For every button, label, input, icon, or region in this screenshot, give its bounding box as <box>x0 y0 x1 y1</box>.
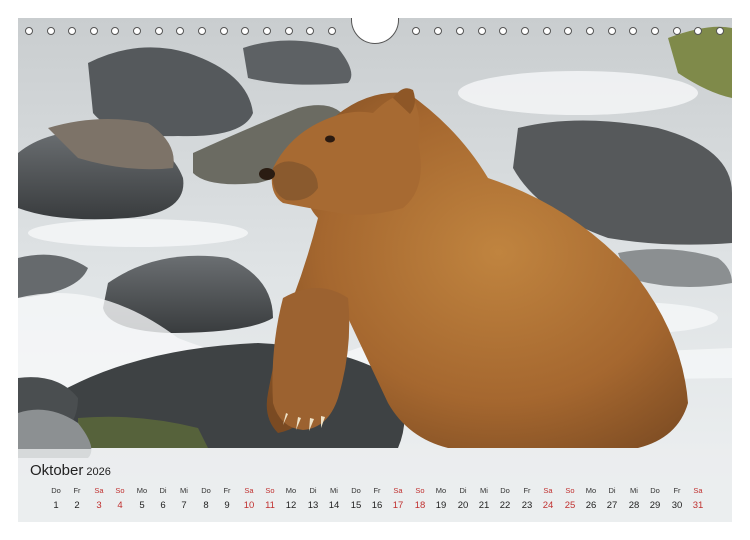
binding-hole <box>220 27 228 35</box>
binding-hole <box>111 27 119 35</box>
day-of-week-label: Sa <box>94 486 104 495</box>
month-label: Oktober 2026 <box>30 462 111 479</box>
day-number: 7 <box>181 500 187 511</box>
day-of-week-label: Mo <box>435 486 447 495</box>
day-of-week-label: Mi <box>480 486 488 495</box>
binding-hole <box>241 27 249 35</box>
day-number: 22 <box>499 500 511 511</box>
day-of-week-label: Mi <box>630 486 638 495</box>
day-number: 3 <box>96 500 102 511</box>
day-of-week-label: So <box>265 486 275 495</box>
binding-hole <box>543 27 551 35</box>
day-number: 23 <box>521 500 533 511</box>
binding-hole <box>263 27 271 35</box>
binding-hole <box>198 27 206 35</box>
day-of-week-label: Sa <box>393 486 403 495</box>
binding-hole <box>586 27 594 35</box>
day-number: 6 <box>160 500 166 511</box>
day-of-week-label: Do <box>351 486 361 495</box>
binding-hole <box>47 27 55 35</box>
day-of-week-label: So <box>115 486 125 495</box>
binding-hole <box>90 27 98 35</box>
day-number: 27 <box>606 500 618 511</box>
year: 2026 <box>86 466 111 478</box>
day-of-week-label: Fr <box>523 486 531 495</box>
binding-hole <box>412 27 420 35</box>
day-of-week-label: Fr <box>73 486 81 495</box>
day-number: 30 <box>671 500 683 511</box>
binding-hole <box>434 27 442 35</box>
day-of-week-label: Do <box>500 486 510 495</box>
binding-hole <box>456 27 464 35</box>
day-number: 17 <box>392 500 404 511</box>
day-of-week-label: Sa <box>543 486 553 495</box>
month-name: Oktober <box>30 462 84 479</box>
day-grid: Do 1 Fr 2 Sa 3 So 4 Mo 5 Di 6 Mi 7 Do 8 Fr 9 Sa 10 So 11 Mo 12 D… <box>45 486 709 516</box>
binding-hole <box>478 27 486 35</box>
day-number: 20 <box>457 500 469 511</box>
day-of-week-label: So <box>415 486 425 495</box>
binding-hole <box>133 27 141 35</box>
day-of-week-label: Sa <box>244 486 254 495</box>
binding-hole <box>521 27 529 35</box>
day-number: 15 <box>350 500 362 511</box>
day-number: 16 <box>371 500 383 511</box>
day-of-week-label: So <box>565 486 575 495</box>
day-number: 12 <box>285 500 297 511</box>
binding-hole <box>328 27 336 35</box>
day-of-week-label: Do <box>201 486 211 495</box>
binding-hole <box>651 27 659 35</box>
day-of-week-label: Mi <box>180 486 188 495</box>
day-number: 24 <box>542 500 554 511</box>
binding-hole <box>25 27 33 35</box>
day-of-week-label: Sa <box>693 486 703 495</box>
calendar-page <box>18 18 732 522</box>
day-number: 10 <box>243 500 255 511</box>
binding-hole <box>499 27 507 35</box>
binding-hole <box>285 27 293 35</box>
day-number: 11 <box>265 500 275 511</box>
day-number: 29 <box>649 500 661 511</box>
binding-hole <box>716 27 724 35</box>
day-number: 9 <box>224 500 230 511</box>
binding-hole <box>694 27 702 35</box>
day-number: 21 <box>478 500 490 511</box>
binding-hole <box>629 27 637 35</box>
day-of-week-label: Mi <box>330 486 338 495</box>
day-of-week-label: Di <box>459 486 467 495</box>
day-number: 13 <box>307 500 319 511</box>
binding-hole <box>608 27 616 35</box>
day-of-week-label: Mo <box>585 486 597 495</box>
binding-hole <box>155 27 163 35</box>
binding-hole <box>673 27 681 35</box>
day-of-week-label: Fr <box>373 486 381 495</box>
day-number: 5 <box>139 500 145 511</box>
day-of-week-label: Mo <box>136 486 148 495</box>
day-number: 8 <box>203 500 209 511</box>
day-of-week-label: Do <box>51 486 61 495</box>
day-number: 1 <box>53 500 59 511</box>
spiral-binding <box>0 0 750 44</box>
bear-photo <box>18 18 732 522</box>
day-of-week-label: Fr <box>223 486 231 495</box>
day-number: 18 <box>414 500 426 511</box>
day-number: 26 <box>585 500 597 511</box>
binding-hole <box>564 27 572 35</box>
day-of-week-label: Di <box>159 486 167 495</box>
day-number: 2 <box>74 500 80 511</box>
day-of-week-label: Do <box>650 486 660 495</box>
day-number: 4 <box>117 500 123 511</box>
day-number: 14 <box>328 500 340 511</box>
day-number: 31 <box>692 500 704 511</box>
binding-hole <box>306 27 314 35</box>
day-of-week-label: Di <box>309 486 317 495</box>
day-number: 28 <box>628 500 640 511</box>
day-of-week-label: Fr <box>673 486 681 495</box>
binding-hole <box>176 27 184 35</box>
day-number: 19 <box>435 500 447 511</box>
day-number: 25 <box>564 500 576 511</box>
binding-hole <box>68 27 76 35</box>
day-of-week-label: Di <box>608 486 616 495</box>
day-of-week-label: Mo <box>285 486 297 495</box>
